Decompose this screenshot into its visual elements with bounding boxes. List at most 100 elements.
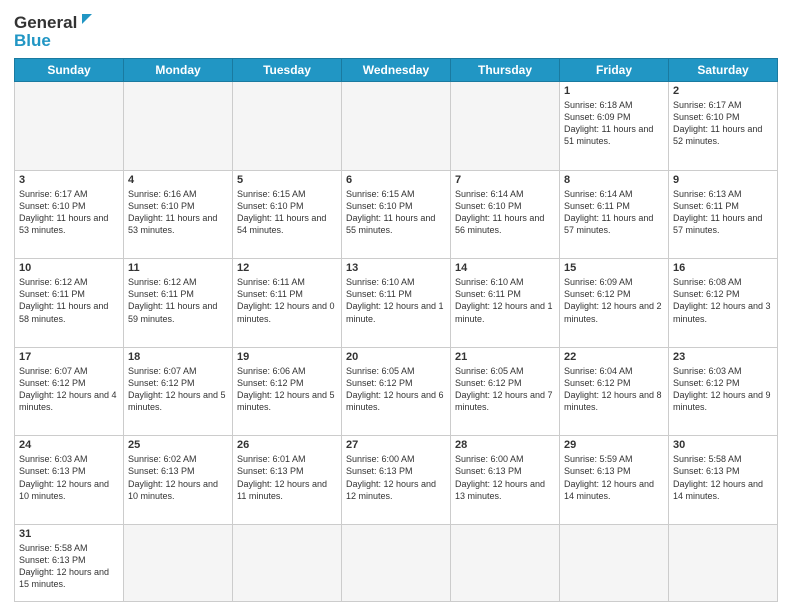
header: GeneralBlue xyxy=(14,10,778,52)
day-number: 25 xyxy=(128,439,228,451)
day-info: Sunrise: 6:12 AM Sunset: 6:11 PM Dayligh… xyxy=(128,276,228,325)
day-header-thursday: Thursday xyxy=(451,59,560,82)
day-info: Sunrise: 6:07 AM Sunset: 6:12 PM Dayligh… xyxy=(128,365,228,414)
calendar-cell xyxy=(669,524,778,601)
week-row-1: 1 Sunrise: 6:18 AM Sunset: 6:09 PM Daylig… xyxy=(15,82,778,171)
day-info: Sunrise: 6:15 AM Sunset: 6:10 PM Dayligh… xyxy=(346,188,446,237)
day-number: 18 xyxy=(128,351,228,363)
calendar-cell: 11Sunrise: 6:12 AM Sunset: 6:11 PM Dayli… xyxy=(124,259,233,348)
calendar-cell: 7 Sunrise: 6:14 AM Sunset: 6:10 PM Daylig… xyxy=(451,170,560,259)
calendar-cell xyxy=(15,82,124,171)
week-row-5: 24 Sunrise: 6:03 AM Sunset: 6:13 PM Dayli… xyxy=(15,436,778,525)
week-row-2: 3 Sunrise: 6:17 AM Sunset: 6:10 PM Daylig… xyxy=(15,170,778,259)
day-number: 19 xyxy=(237,351,337,363)
day-info: Sunrise: 6:12 AM Sunset: 6:11 PM Dayligh… xyxy=(19,276,119,325)
day-number: 17 xyxy=(19,351,119,363)
day-number: 30 xyxy=(673,439,773,451)
day-info: Sunrise: 6:10 AM Sunset: 6:11 PM Dayligh… xyxy=(455,276,555,325)
calendar-cell xyxy=(124,82,233,171)
calendar-cell: 16 Sunrise: 6:08 AM Sunset: 6:12 PM Dayli… xyxy=(669,259,778,348)
day-info: Sunrise: 6:14 AM Sunset: 6:10 PM Dayligh… xyxy=(455,188,555,237)
day-number: 10 xyxy=(19,262,119,274)
calendar-cell: 17 Sunrise: 6:07 AM Sunset: 6:12 PM Dayli… xyxy=(15,347,124,436)
day-number: 1 xyxy=(564,85,664,97)
day-info: Sunrise: 6:00 AM Sunset: 6:13 PM Dayligh… xyxy=(346,453,446,502)
calendar-header-row: SundayMondayTuesdayWednesdayThursdayFrid… xyxy=(15,59,778,82)
calendar-cell: 9Sunrise: 6:13 AM Sunset: 6:11 PM Daylig… xyxy=(669,170,778,259)
day-info: Sunrise: 5:58 AM Sunset: 6:13 PM Dayligh… xyxy=(19,542,119,591)
day-number: 21 xyxy=(455,351,555,363)
day-number: 15 xyxy=(564,262,664,274)
day-number: 29 xyxy=(564,439,664,451)
day-header-friday: Friday xyxy=(560,59,669,82)
week-row-3: 10 Sunrise: 6:12 AM Sunset: 6:11 PM Dayli… xyxy=(15,259,778,348)
day-info: Sunrise: 5:58 AM Sunset: 6:13 PM Dayligh… xyxy=(673,453,773,502)
day-info: Sunrise: 6:01 AM Sunset: 6:13 PM Dayligh… xyxy=(237,453,337,502)
day-info: Sunrise: 6:00 AM Sunset: 6:13 PM Dayligh… xyxy=(455,453,555,502)
calendar-cell xyxy=(233,524,342,601)
day-info: Sunrise: 6:17 AM Sunset: 6:10 PM Dayligh… xyxy=(19,188,119,237)
day-info: Sunrise: 6:18 AM Sunset: 6:09 PM Dayligh… xyxy=(564,99,664,148)
day-number: 22 xyxy=(564,351,664,363)
day-info: Sunrise: 6:03 AM Sunset: 6:13 PM Dayligh… xyxy=(19,453,119,502)
calendar-cell: 6 Sunrise: 6:15 AM Sunset: 6:10 PM Daylig… xyxy=(342,170,451,259)
day-info: Sunrise: 6:04 AM Sunset: 6:12 PM Dayligh… xyxy=(564,365,664,414)
day-number: 9 xyxy=(673,174,773,186)
day-header-saturday: Saturday xyxy=(669,59,778,82)
calendar-cell: 28 Sunrise: 6:00 AM Sunset: 6:13 PM Dayli… xyxy=(451,436,560,525)
day-header-monday: Monday xyxy=(124,59,233,82)
day-number: 26 xyxy=(237,439,337,451)
day-info: Sunrise: 6:05 AM Sunset: 6:12 PM Dayligh… xyxy=(346,365,446,414)
day-number: 4 xyxy=(128,174,228,186)
day-number: 31 xyxy=(19,528,119,540)
day-number: 14 xyxy=(455,262,555,274)
calendar-cell: 3 Sunrise: 6:17 AM Sunset: 6:10 PM Daylig… xyxy=(15,170,124,259)
day-number: 7 xyxy=(455,174,555,186)
day-info: Sunrise: 5:59 AM Sunset: 6:13 PM Dayligh… xyxy=(564,453,664,502)
day-info: Sunrise: 6:11 AM Sunset: 6:11 PM Dayligh… xyxy=(237,276,337,325)
calendar-cell: 22 Sunrise: 6:04 AM Sunset: 6:12 PM Dayli… xyxy=(560,347,669,436)
day-header-wednesday: Wednesday xyxy=(342,59,451,82)
page: GeneralBlue SundayMondayTuesdayWednesday… xyxy=(0,0,792,612)
day-number: 8 xyxy=(564,174,664,186)
calendar-cell: 26 Sunrise: 6:01 AM Sunset: 6:13 PM Dayli… xyxy=(233,436,342,525)
week-row-4: 17 Sunrise: 6:07 AM Sunset: 6:12 PM Dayli… xyxy=(15,347,778,436)
calendar-cell: 29 Sunrise: 5:59 AM Sunset: 6:13 PM Dayli… xyxy=(560,436,669,525)
logo: GeneralBlue xyxy=(14,10,94,52)
day-number: 12 xyxy=(237,262,337,274)
day-number: 2 xyxy=(673,85,773,97)
calendar-cell xyxy=(124,524,233,601)
calendar-cell: 21 Sunrise: 6:05 AM Sunset: 6:12 PM Dayli… xyxy=(451,347,560,436)
day-info: Sunrise: 6:02 AM Sunset: 6:13 PM Dayligh… xyxy=(128,453,228,502)
calendar-cell xyxy=(233,82,342,171)
calendar-cell: 1 Sunrise: 6:18 AM Sunset: 6:09 PM Daylig… xyxy=(560,82,669,171)
calendar-cell xyxy=(451,82,560,171)
day-number: 28 xyxy=(455,439,555,451)
day-number: 27 xyxy=(346,439,446,451)
day-number: 13 xyxy=(346,262,446,274)
day-number: 20 xyxy=(346,351,446,363)
calendar-cell: 19 Sunrise: 6:06 AM Sunset: 6:12 PM Dayli… xyxy=(233,347,342,436)
day-header-tuesday: Tuesday xyxy=(233,59,342,82)
calendar-cell: 23Sunrise: 6:03 AM Sunset: 6:12 PM Dayli… xyxy=(669,347,778,436)
day-number: 5 xyxy=(237,174,337,186)
day-info: Sunrise: 6:03 AM Sunset: 6:12 PM Dayligh… xyxy=(673,365,773,414)
day-info: Sunrise: 6:07 AM Sunset: 6:12 PM Dayligh… xyxy=(19,365,119,414)
day-info: Sunrise: 6:17 AM Sunset: 6:10 PM Dayligh… xyxy=(673,99,773,148)
day-number: 6 xyxy=(346,174,446,186)
week-row-6: 31 Sunrise: 5:58 AM Sunset: 6:13 PM Dayli… xyxy=(15,524,778,601)
calendar-cell: 24 Sunrise: 6:03 AM Sunset: 6:13 PM Dayli… xyxy=(15,436,124,525)
calendar-cell xyxy=(560,524,669,601)
calendar-cell: 10 Sunrise: 6:12 AM Sunset: 6:11 PM Dayli… xyxy=(15,259,124,348)
calendar-cell: 20 Sunrise: 6:05 AM Sunset: 6:12 PM Dayli… xyxy=(342,347,451,436)
day-info: Sunrise: 6:06 AM Sunset: 6:12 PM Dayligh… xyxy=(237,365,337,414)
calendar-cell xyxy=(342,524,451,601)
day-info: Sunrise: 6:16 AM Sunset: 6:10 PM Dayligh… xyxy=(128,188,228,237)
day-number: 24 xyxy=(19,439,119,451)
day-info: Sunrise: 6:05 AM Sunset: 6:12 PM Dayligh… xyxy=(455,365,555,414)
calendar-cell: 4 Sunrise: 6:16 AM Sunset: 6:10 PM Daylig… xyxy=(124,170,233,259)
calendar-cell xyxy=(451,524,560,601)
day-number: 16 xyxy=(673,262,773,274)
day-number: 3 xyxy=(19,174,119,186)
day-info: Sunrise: 6:08 AM Sunset: 6:12 PM Dayligh… xyxy=(673,276,773,325)
